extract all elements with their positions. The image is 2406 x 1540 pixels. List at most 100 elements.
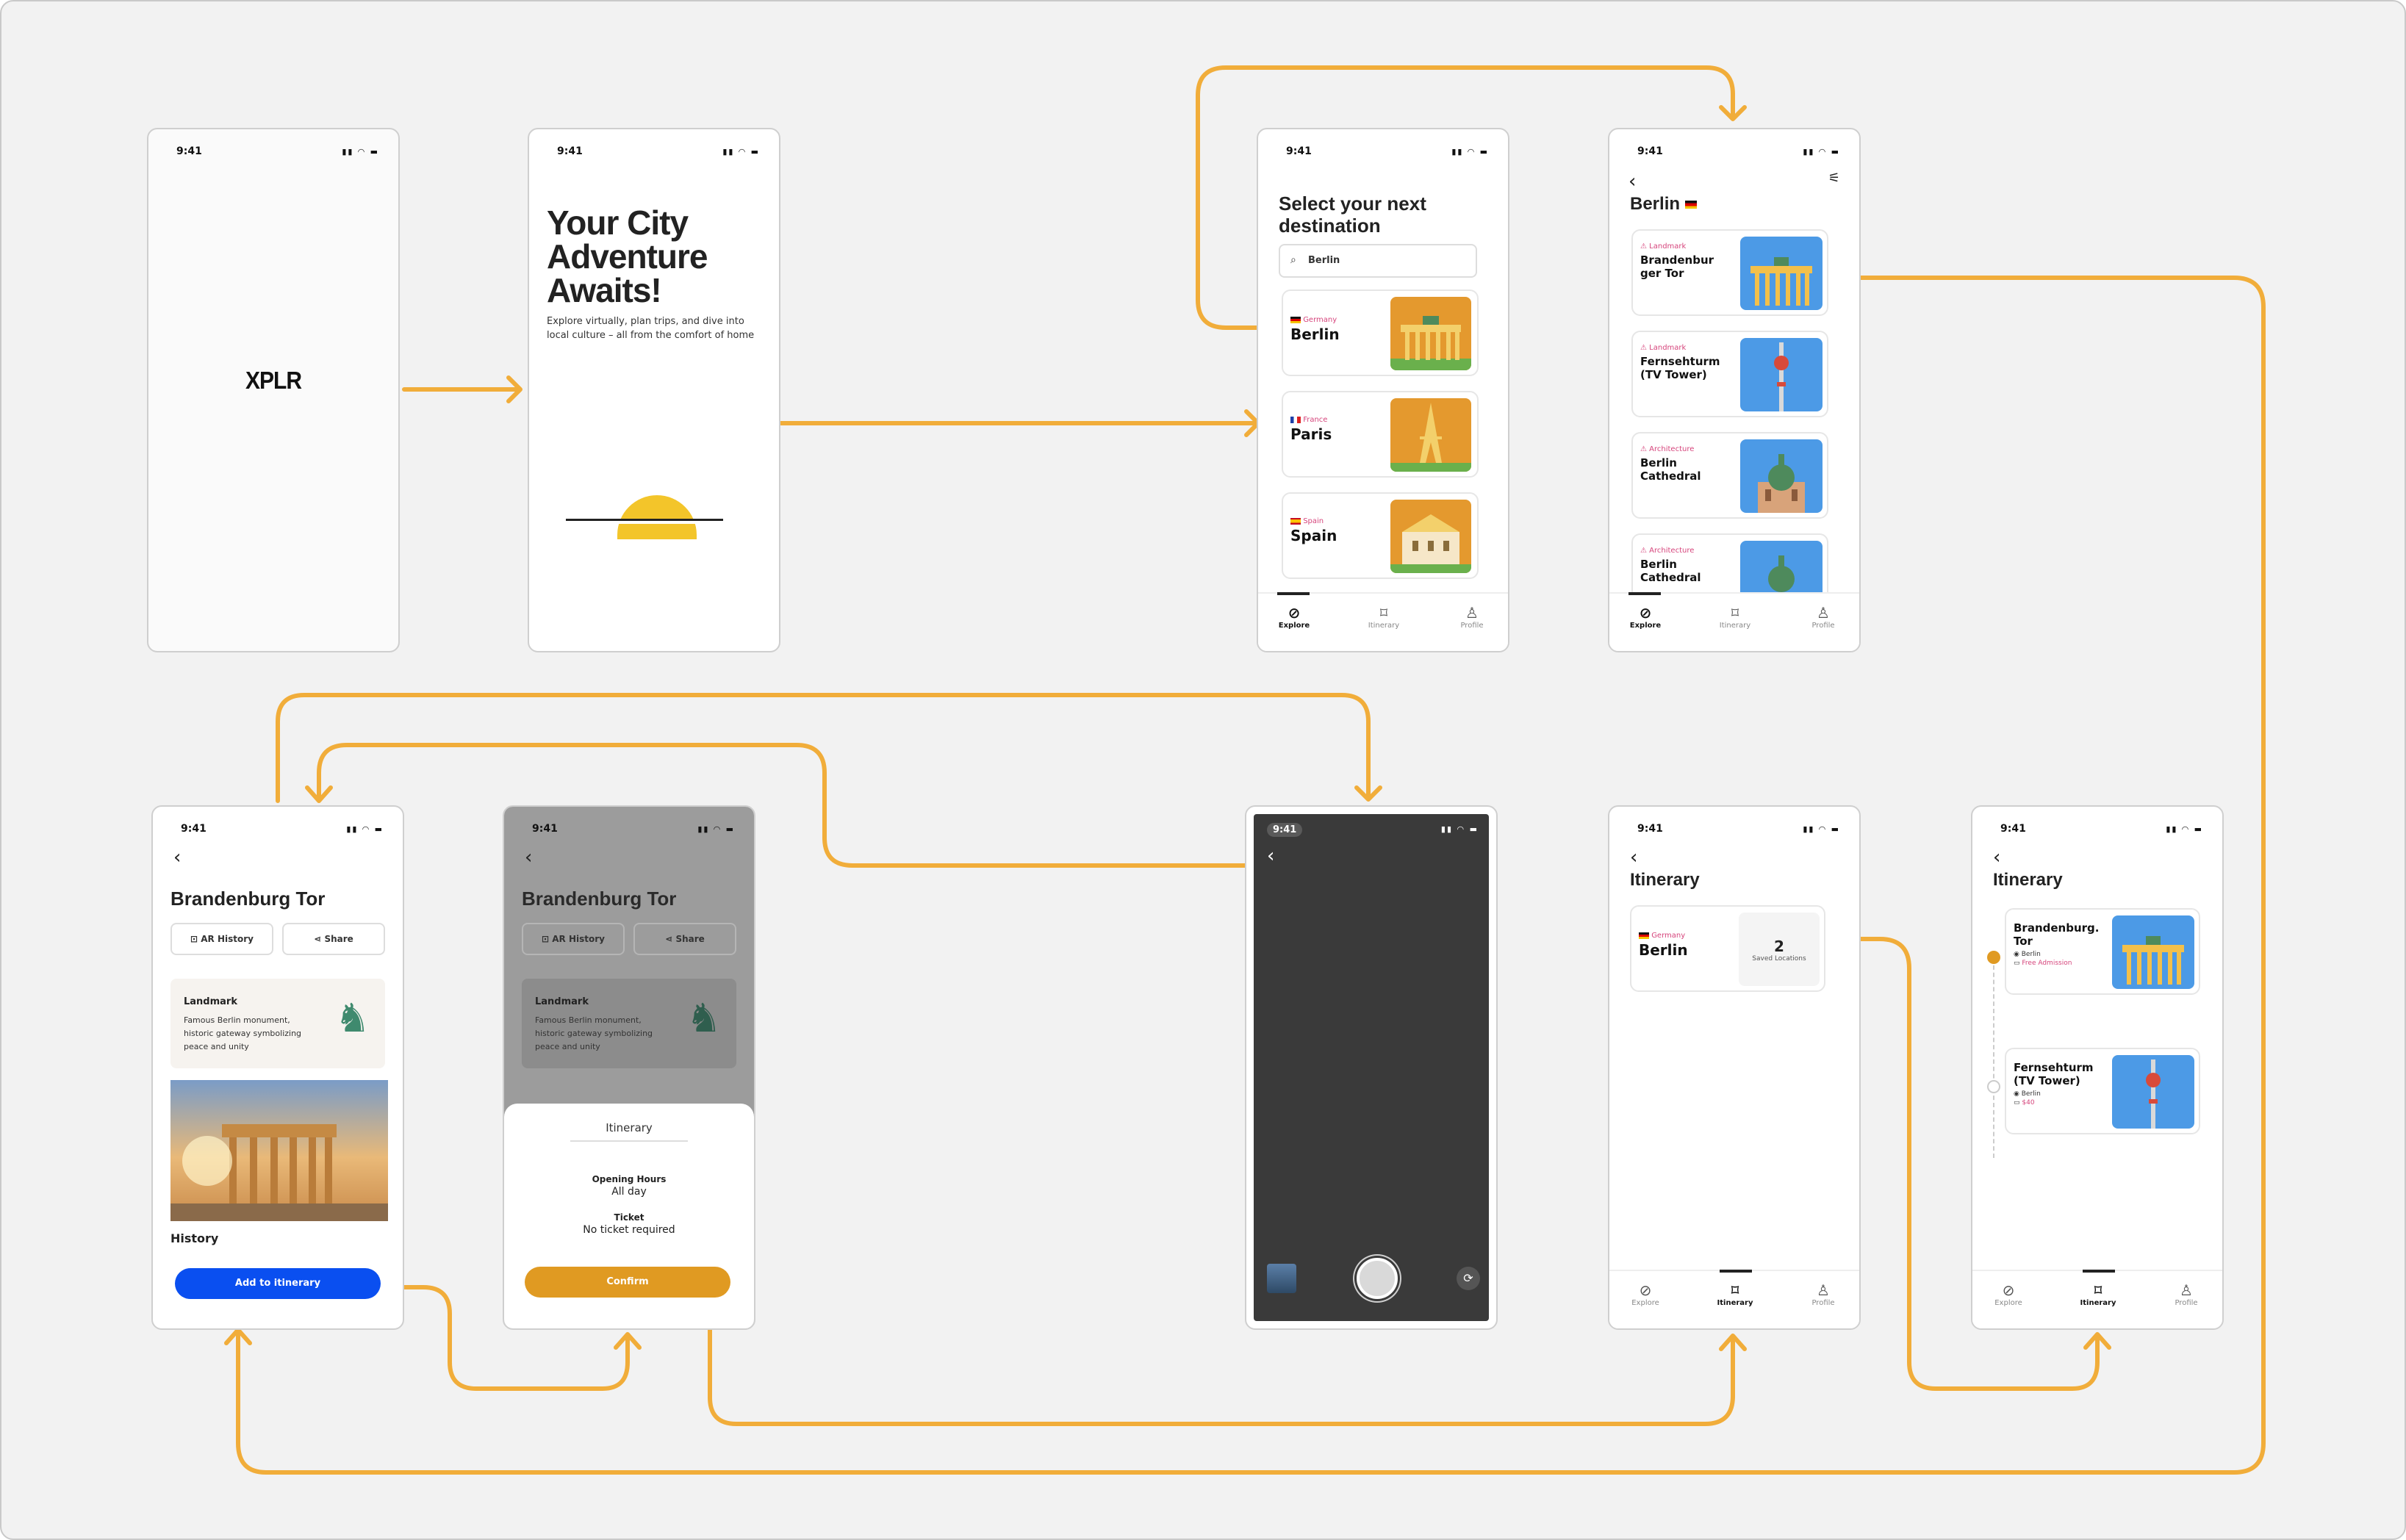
status-icons: ▮▮ ◠ ▬: [346, 824, 384, 834]
itinerary-summary-screen: 9:41 ▮▮ ◠ ▬ ‹ Itinerary Germany Berlin 2 …: [1608, 805, 1861, 1330]
gallery-thumbnail[interactable]: [1267, 1264, 1296, 1293]
share-button[interactable]: ⋖ Share: [282, 923, 385, 955]
back-icon[interactable]: ‹: [1993, 848, 2000, 867]
card-text: Spain Spain: [1290, 517, 1337, 544]
ticket-label: Ticket: [614, 1212, 644, 1223]
itinerary-item-brandenburg[interactable]: Brandenburg. Tor ◉ Berlin ▭ Free Admissio…: [2005, 908, 2200, 995]
nav-itinerary[interactable]: ⌑ Itinerary: [1351, 604, 1417, 630]
name-line: Berlin: [1640, 558, 1677, 571]
itinerary-sheet-screen: 9:41 ▮▮ ◠ ▬ ‹ Brandenburg Tor ⊡ AR Histor…: [503, 805, 755, 1330]
price-text: $40: [2022, 1099, 2035, 1107]
status-time: 9:41: [1637, 823, 1663, 835]
nav-explore[interactable]: ⊘ Explore: [1612, 1281, 1678, 1307]
landmark-card-berlin-cathedral[interactable]: ⚠ Architecture Berlin Cathedral: [1631, 432, 1828, 519]
itinerary-icon: ⌑: [1379, 604, 1388, 622]
back-icon[interactable]: ‹: [1628, 172, 1636, 191]
nav-label: Profile: [1460, 622, 1484, 630]
flow-canvas: 9:41 ▮▮ ◠ ▬ XPLR 9:41 ▮▮ ◠ ▬ Your City Adv…: [0, 0, 2406, 1540]
shutter-button[interactable]: [1357, 1258, 1398, 1299]
eiffel-tower-image: [1390, 398, 1471, 472]
nav-label: Profile: [1811, 1299, 1835, 1307]
itinerary-item-fernsehturm[interactable]: Fernsehturm (TV Tower) ◉ Berlin ▭ $40: [2005, 1048, 2200, 1134]
nav-label: Itinerary: [2080, 1299, 2116, 1307]
destination-card-spain[interactable]: Spain Spain: [1282, 492, 1479, 579]
back-icon[interactable]: ‹: [525, 848, 532, 867]
status-icons: ▮▮ ◠ ▬: [1451, 147, 1489, 156]
bottom-nav: ⊘ Explore ⌑ Itinerary ♙ Profile: [1609, 592, 1859, 651]
nav-explore[interactable]: ⊘ Explore: [1975, 1281, 2041, 1307]
status-icons: ▮▮ ◠ ▬: [2166, 824, 2203, 834]
back-icon[interactable]: ‹: [1267, 845, 1274, 867]
nav-active-indicator: [2083, 1270, 2115, 1273]
status-bar: 9:41 ▮▮ ◠ ▬: [529, 145, 779, 160]
brandenburg-gate-image: [1390, 297, 1471, 370]
nav-profile[interactable]: ♙ Profile: [1790, 604, 1856, 630]
nav-active-indicator: [1277, 592, 1310, 595]
search-input[interactable]: ⌕ Berlin: [1279, 244, 1477, 278]
ar-icon: ⊡: [542, 934, 550, 944]
flag-germany-icon: [1290, 316, 1301, 323]
confirm-button[interactable]: Confirm: [525, 1267, 730, 1298]
nav-itinerary[interactable]: ⌑ Itinerary: [1702, 1281, 1768, 1307]
back-icon[interactable]: ‹: [173, 848, 181, 867]
destination-card-paris[interactable]: France Paris: [1282, 391, 1479, 478]
brandenburg-gate-image: [2112, 915, 2194, 989]
berlin-list-screen: 9:41 ▮▮ ◠ ▬ ‹ ⚟ Berlin ⚠ Landmark Branden…: [1608, 128, 1861, 652]
ticket-value: No ticket required: [583, 1224, 675, 1236]
bottom-sheet: Itinerary Opening Hours All day Ticket N…: [504, 1104, 754, 1328]
button-label: Add to itinerary: [234, 1278, 321, 1289]
card-text: Fernsehturm (TV Tower) ◉ Berlin ▭ $40: [2014, 1061, 2094, 1107]
share-icon: ⋖: [665, 934, 673, 944]
itinerary-city-card[interactable]: Germany Berlin 2 Saved Locations: [1630, 905, 1825, 992]
landmark-card-fernsehturm[interactable]: ⚠ Landmark Fernsehturm (TV Tower): [1631, 331, 1828, 417]
add-to-itinerary-button[interactable]: Add to itinerary: [175, 1268, 381, 1299]
landmark-name: Brandenbur ger Tor: [1640, 253, 1714, 280]
back-icon[interactable]: ‹: [1630, 848, 1637, 867]
card-text: ⚠ Architecture Berlin Cathedral: [1640, 547, 1701, 584]
landmark-name: Berlin Cathedral: [1640, 558, 1701, 584]
compass-icon: ⊘: [1288, 604, 1301, 622]
info-tag: Landmark: [535, 996, 589, 1007]
nav-profile[interactable]: ♙ Profile: [1439, 604, 1505, 630]
status-icons: ▮▮ ◠ ▬: [697, 824, 735, 834]
status-bar: 9:41 ▮▮ ◠ ▬: [148, 145, 398, 160]
country-label: Germany: [1639, 932, 1688, 940]
nav-itinerary[interactable]: ⌑ Itinerary: [1702, 604, 1768, 630]
arrow-detail-to-camera: [276, 693, 1382, 803]
info-line: peace and unity: [535, 1042, 600, 1051]
button-label: Share: [675, 934, 705, 944]
category-tag: ⚠ Landmark: [1640, 344, 1687, 352]
status-icons: ▮▮ ◠ ▬: [1803, 147, 1840, 156]
quadriga-icon: ♞: [686, 995, 722, 1041]
arrow-onboarding-to-select: [775, 409, 1260, 437]
ticket-icon: ▭: [2014, 960, 2020, 967]
name-line: Cathedral: [1640, 571, 1701, 584]
landmark-info-card: Landmark Famous Berlin monument, histori…: [170, 979, 385, 1068]
info-line: Famous Berlin monument,: [184, 1015, 290, 1025]
price-text: Free Admission: [2022, 960, 2072, 967]
saved-label: Saved Locations: [1752, 955, 1806, 962]
button-label: AR History: [201, 934, 254, 944]
page-title: Itinerary: [1993, 870, 2063, 890]
brandenburg-gate-image: [1740, 237, 1823, 310]
nav-explore[interactable]: ⊘ Explore: [1612, 604, 1678, 630]
destination-card-berlin[interactable]: Germany Berlin: [1282, 289, 1479, 376]
arrow-camera-to-detail: [305, 743, 1249, 868]
filter-icon[interactable]: ⚟: [1828, 170, 1840, 186]
nav-explore[interactable]: ⊘ Explore: [1261, 604, 1327, 630]
nav-profile[interactable]: ♙ Profile: [1790, 1281, 1856, 1307]
nav-itinerary[interactable]: ⌑ Itinerary: [2065, 1281, 2131, 1307]
nav-label: Itinerary: [1717, 1299, 1753, 1307]
nav-profile[interactable]: ♙ Profile: [2153, 1281, 2219, 1307]
status-bar: 9:41 ▮▮ ◠ ▬: [1609, 145, 1859, 160]
name-line: Brandenburg.: [2014, 921, 2100, 935]
card-text: Germany Berlin: [1639, 932, 1688, 959]
nav-label: Itinerary: [1368, 622, 1400, 630]
switch-camera-icon[interactable]: ⟳: [1457, 1267, 1480, 1290]
landmark-card-brandenburger-tor[interactable]: ⚠ Landmark Brandenbur ger Tor: [1631, 229, 1828, 316]
category-tag: ⚠ Landmark: [1640, 242, 1687, 251]
onboarding-title: Your City Adventure Awaits!: [547, 206, 708, 307]
title-text: Berlin: [1630, 194, 1681, 214]
search-icon: ⌕: [1290, 254, 1296, 266]
ar-history-button[interactable]: ⊡ AR History: [170, 923, 273, 955]
